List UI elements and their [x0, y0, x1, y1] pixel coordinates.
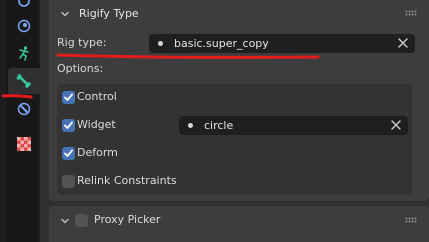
- annotation-underline: [56, 53, 320, 59]
- annotation-tab-mark: [1, 94, 33, 99]
- annotation-overlay: [1, 53, 320, 99]
